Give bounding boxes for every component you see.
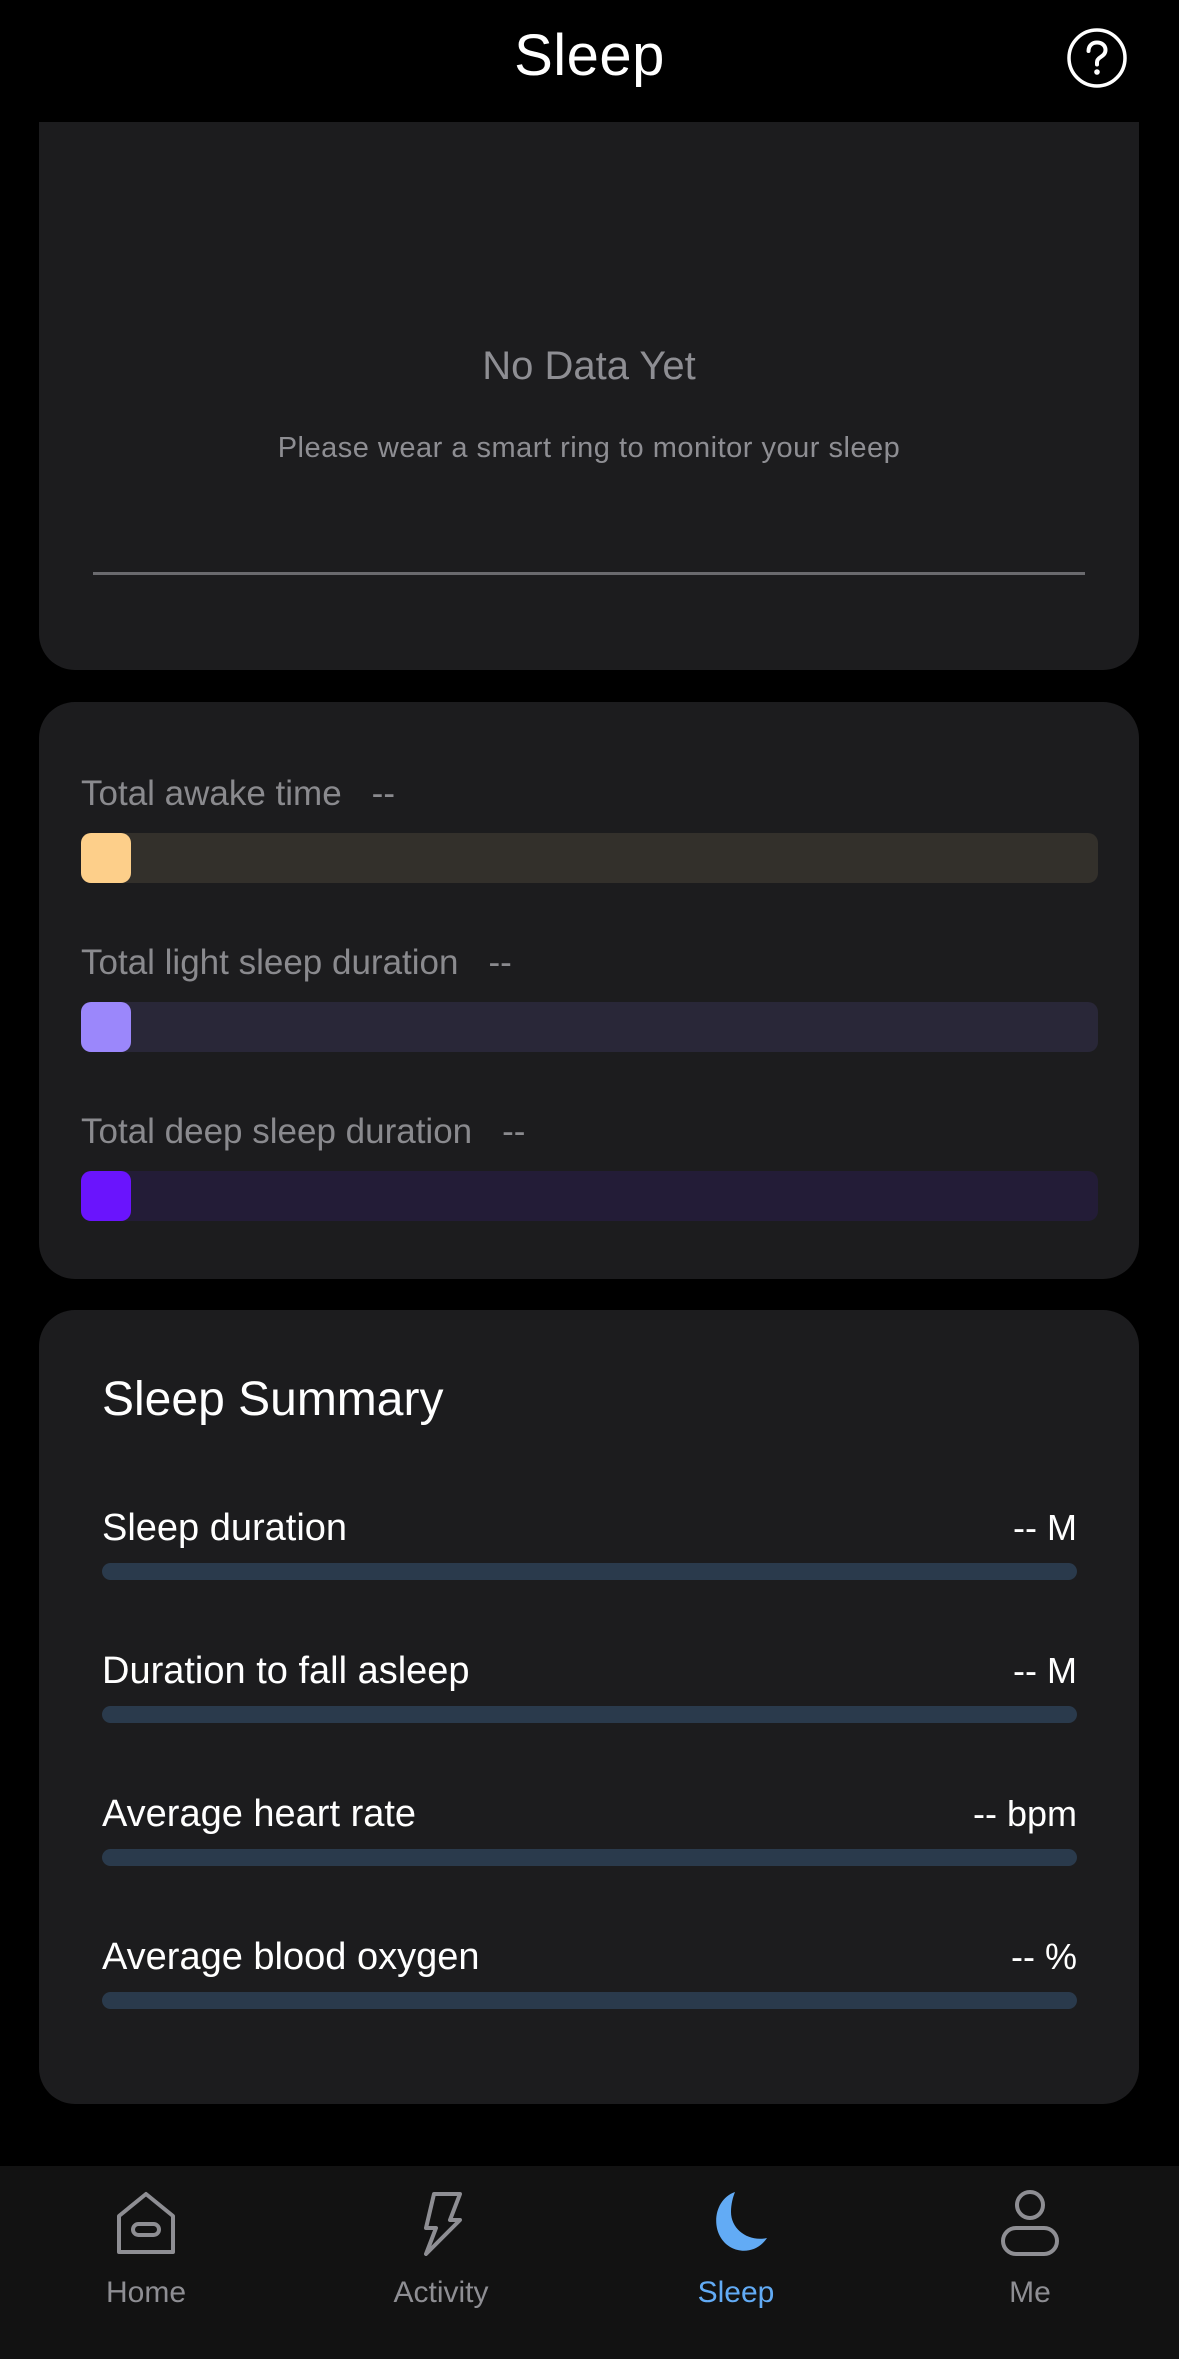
- stage-value: --: [502, 1112, 526, 1151]
- summary-row-blood-oxygen: Average blood oxygen -- %: [102, 1932, 1077, 2009]
- page-title: Sleep: [514, 23, 665, 88]
- no-data-message: Please wear a smart ring to monitor your…: [277, 432, 901, 464]
- lightning-bolt-icon: [424, 2192, 462, 2256]
- stage-light-sleep: Total light sleep duration --: [81, 938, 1098, 1052]
- person-icon: [1001, 2190, 1059, 2256]
- tab-label: Sleep: [697, 2276, 775, 2309]
- summary-label: Duration to fall asleep: [102, 1650, 470, 1692]
- tab-label: Me: [1009, 2276, 1051, 2309]
- tab-me[interactable]: Me: [930, 2166, 1130, 2359]
- stage-track: [81, 1002, 1098, 1052]
- summary-bar: [102, 1706, 1077, 1723]
- tab-label: Home: [105, 2276, 187, 2309]
- summary-label: Average heart rate: [102, 1793, 417, 1835]
- stage-fill: [81, 1171, 131, 1221]
- summary-label: Sleep duration: [102, 1507, 348, 1549]
- summary-bar: [102, 1992, 1077, 2009]
- summary-value: -- M: [1013, 1650, 1077, 1691]
- stage-value: --: [371, 774, 395, 813]
- help-button[interactable]: [1066, 27, 1128, 89]
- question-circle-icon: [1067, 28, 1127, 88]
- sleep-summary-card: Sleep Summary Sleep duration -- M Durati…: [39, 1310, 1139, 2104]
- summary-bar: [102, 1849, 1077, 1866]
- summary-row-fall-asleep: Duration to fall asleep -- M: [102, 1646, 1077, 1723]
- stage-awake: Total awake time --: [81, 769, 1098, 883]
- summary-bar: [102, 1563, 1077, 1580]
- home-icon: [117, 2192, 175, 2254]
- tab-bar: Home Activity Sleep Me: [0, 2166, 1179, 2359]
- no-data-card: No Data Yet Please wear a smart ring to …: [39, 122, 1139, 670]
- stage-track: [81, 833, 1098, 883]
- moon-icon: [716, 2192, 767, 2251]
- tab-sleep[interactable]: Sleep: [636, 2166, 836, 2359]
- summary-value: -- M: [1013, 1507, 1077, 1548]
- summary-value: -- %: [1011, 1936, 1077, 1977]
- summary-label: Average blood oxygen: [102, 1936, 480, 1978]
- stage-deep-sleep: Total deep sleep duration --: [81, 1107, 1098, 1221]
- tab-home[interactable]: Home: [46, 2166, 246, 2359]
- stage-fill: [81, 833, 131, 883]
- summary-row-sleep-duration: Sleep duration -- M: [102, 1503, 1077, 1580]
- stage-track: [81, 1171, 1098, 1221]
- stage-label: Total awake time: [81, 774, 342, 813]
- sleep-stages-card: Total awake time -- Total light sleep dur…: [39, 702, 1139, 1279]
- tab-activity[interactable]: Activity: [341, 2166, 541, 2359]
- no-data-title: No Data Yet: [482, 344, 696, 388]
- stage-value: --: [488, 943, 512, 982]
- sleep-summary-title: Sleep Summary: [102, 1373, 444, 1426]
- header: Sleep: [0, 0, 1179, 122]
- stage-label: Total light sleep duration: [81, 943, 459, 982]
- chart-baseline: [93, 572, 1085, 575]
- summary-value: -- bpm: [972, 1793, 1077, 1834]
- tab-label: Activity: [393, 2276, 489, 2309]
- stage-fill: [81, 1002, 131, 1052]
- stage-label: Total deep sleep duration: [81, 1112, 473, 1151]
- summary-row-heart-rate: Average heart rate -- bpm: [102, 1789, 1077, 1866]
